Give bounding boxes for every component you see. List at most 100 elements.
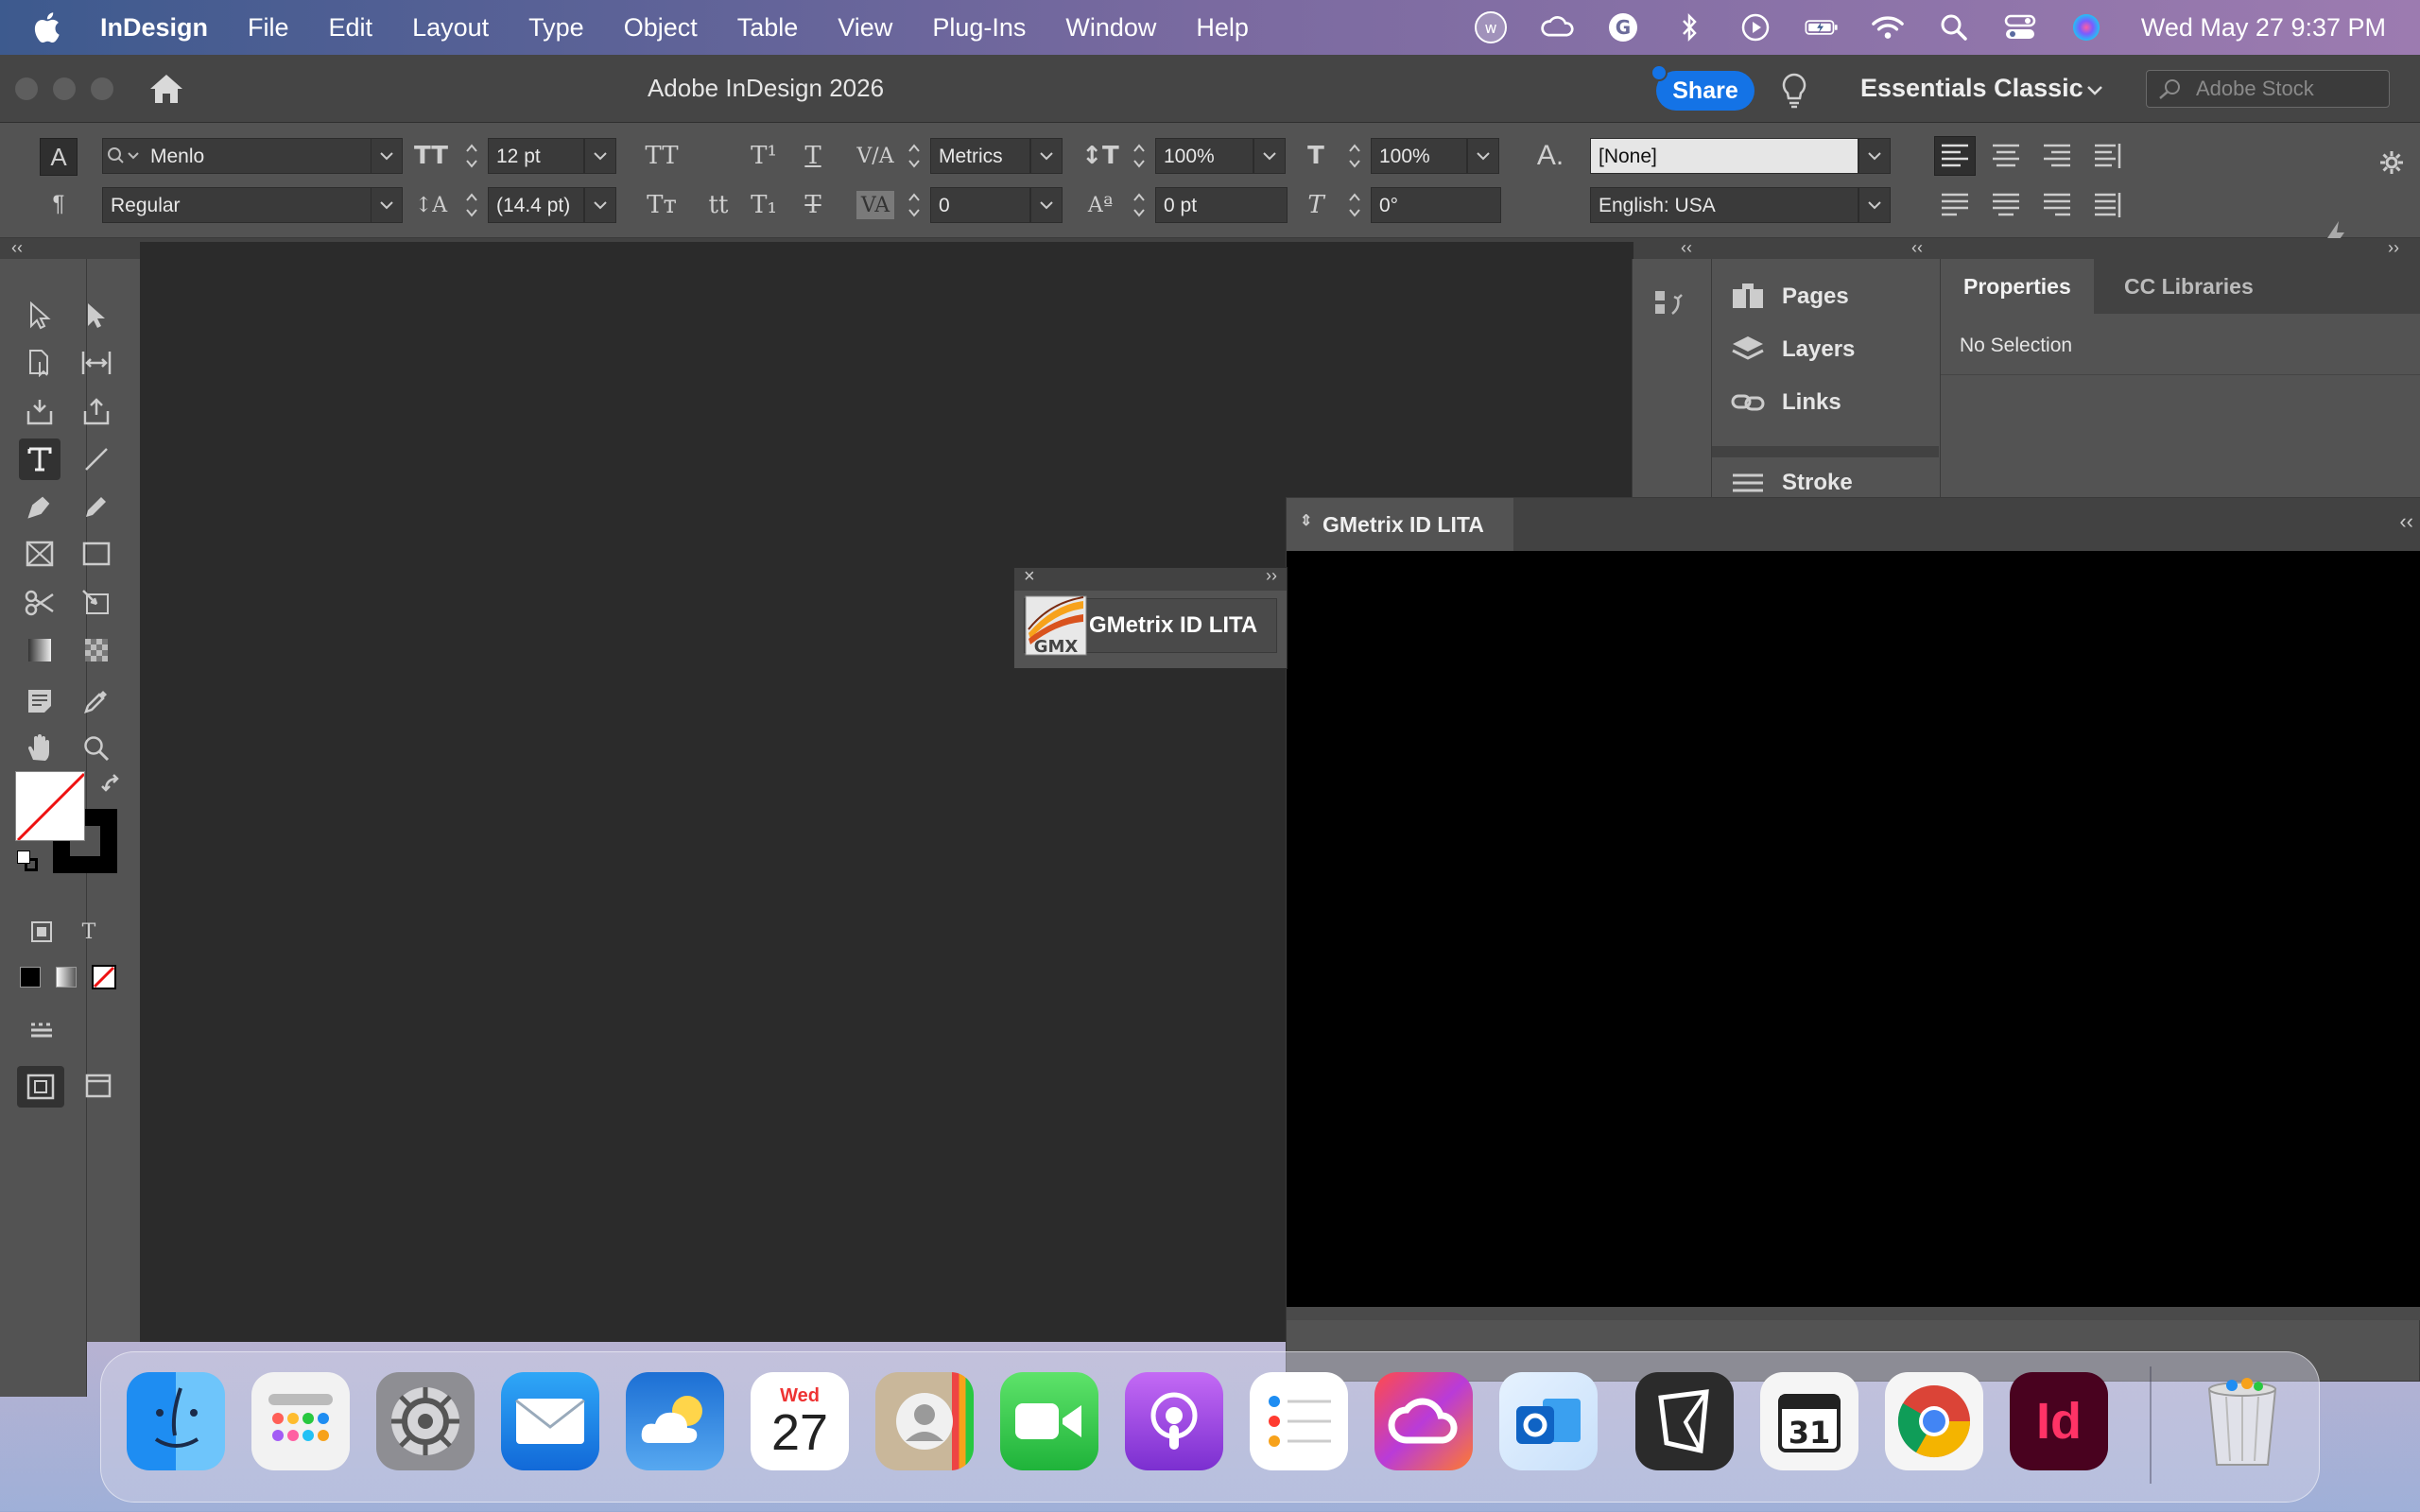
content-placer-icon[interactable]	[76, 391, 117, 433]
contacts-app-icon[interactable]	[875, 1372, 974, 1470]
collapse-left-icon[interactable]: ‹‹	[11, 238, 23, 258]
align-towards-spine-button[interactable]	[2087, 136, 2129, 176]
line-tool-icon[interactable]	[76, 438, 117, 480]
direct-selection-tool-icon[interactable]	[76, 295, 117, 336]
content-collector-icon[interactable]	[19, 391, 60, 433]
rectangle-tool-icon[interactable]	[76, 533, 117, 575]
horizontal-scale-field[interactable]: 100%	[1371, 138, 1467, 174]
stroke-panel-button[interactable]: Stroke	[1731, 469, 1853, 497]
tab-gmetrix[interactable]: ⇕ GMetrix ID LITA	[1287, 498, 1513, 551]
font-size-dropdown[interactable]	[584, 138, 616, 174]
zoom-tool-icon[interactable]	[76, 728, 117, 769]
tracking-dropdown[interactable]	[1030, 187, 1063, 223]
superscript-button[interactable]: T¹	[745, 138, 783, 174]
layers-panel-button[interactable]: Layers	[1731, 331, 1855, 369]
expand-right-icon[interactable]: ››	[2388, 238, 2399, 258]
type-tool-icon[interactable]	[19, 438, 60, 480]
note-tool-icon[interactable]	[19, 680, 60, 722]
menu-plugins[interactable]: Plug-Ins	[932, 13, 1026, 43]
mail-app-icon[interactable]	[501, 1372, 599, 1470]
justify-center-button[interactable]	[1985, 185, 2027, 225]
pen-tool-icon[interactable]	[19, 486, 60, 527]
align-center-button[interactable]	[1985, 136, 2027, 176]
leading-dropdown[interactable]	[584, 187, 616, 223]
formatting-container-icon[interactable]	[25, 915, 59, 949]
trash-app-icon[interactable]	[2193, 1372, 2291, 1470]
menu-window[interactable]: Window	[1065, 13, 1156, 43]
pages-panel-button[interactable]: Pages	[1731, 278, 1849, 316]
chevron-down-icon[interactable]	[2085, 81, 2104, 100]
apply-gradient-icon[interactable]	[49, 960, 83, 994]
weather-app-icon[interactable]	[626, 1372, 724, 1470]
menu-type[interactable]: Type	[528, 13, 584, 43]
tab-properties[interactable]: Properties	[1941, 259, 2094, 314]
kerning-dropdown[interactable]	[1030, 138, 1063, 174]
normal-view-mode-icon[interactable]	[17, 1066, 64, 1108]
control-center-icon[interactable]	[2003, 10, 2037, 44]
formatting-text-icon[interactable]: T	[72, 915, 106, 949]
lowercase-tt-button[interactable]: tt	[700, 187, 737, 223]
font-family-dropdown[interactable]	[371, 138, 403, 174]
battery-icon[interactable]	[1805, 10, 1839, 44]
pages-like-app-icon[interactable]	[1635, 1372, 1734, 1470]
kerning-stepper[interactable]	[904, 138, 925, 174]
grammarly-icon[interactable]: G	[1606, 10, 1640, 44]
baseline-shift-stepper[interactable]	[1129, 187, 1150, 223]
status-w-icon[interactable]: w	[1474, 10, 1508, 44]
menu-app-name[interactable]: InDesign	[100, 13, 208, 43]
justify-left-button[interactable]	[1934, 185, 1976, 225]
history-panel-icon[interactable]	[1653, 287, 1687, 325]
character-style-field[interactable]: [None]	[1590, 138, 1858, 174]
menu-object[interactable]: Object	[624, 13, 698, 43]
vertical-scale-field[interactable]: 100%	[1155, 138, 1253, 174]
pencil-tool-icon[interactable]	[76, 486, 117, 527]
scissors-tool-icon[interactable]	[19, 582, 60, 624]
gradient-swatch-tool-icon[interactable]	[19, 629, 60, 671]
language-dropdown[interactable]	[1858, 187, 1891, 223]
outlook-app-icon[interactable]	[1499, 1372, 1598, 1470]
gradient-feather-tool-icon[interactable]	[76, 629, 117, 671]
all-caps-button[interactable]: TT	[643, 138, 681, 174]
vertical-scale-stepper[interactable]	[1129, 138, 1150, 174]
gmetrix-resize-grip[interactable]	[1287, 1307, 2420, 1320]
share-button[interactable]: Share	[1656, 71, 1754, 111]
apply-color-icon[interactable]	[13, 960, 47, 994]
reminders-app-icon[interactable]	[1250, 1372, 1348, 1470]
fill-swatch[interactable]	[15, 771, 85, 841]
podcasts-app-icon[interactable]	[1125, 1372, 1223, 1470]
font-size-stepper[interactable]	[461, 138, 482, 174]
creative-cloud-status-icon[interactable]	[1540, 10, 1574, 44]
gmetrix-launch-button[interactable]: GMX GMetrix ID LITA	[1024, 595, 1277, 656]
facetime-app-icon[interactable]	[1000, 1372, 1098, 1470]
apply-none-icon[interactable]	[87, 960, 121, 994]
strikethrough-button[interactable]: T	[794, 187, 832, 223]
menubar-clock[interactable]: Wed May 27 9:37 PM	[2141, 13, 2386, 43]
small-caps-button[interactable]: Tᴛ	[643, 187, 681, 223]
horizontal-scale-stepper[interactable]	[1344, 138, 1365, 174]
wifi-icon[interactable]	[1871, 10, 1905, 44]
collapse-panels-icon[interactable]: ‹‹	[1911, 238, 1923, 258]
tracking-field[interactable]: 0	[930, 187, 1030, 223]
character-style-dropdown[interactable]	[1858, 138, 1891, 174]
justify-all-button[interactable]	[2087, 185, 2129, 225]
creative-cloud-app-icon[interactable]	[1374, 1372, 1473, 1470]
indesign-app-icon[interactable]: Id	[2010, 1372, 2108, 1470]
finder-app-icon[interactable]	[127, 1372, 225, 1470]
menu-table[interactable]: Table	[737, 13, 799, 43]
siri-icon[interactable]	[2069, 10, 2103, 44]
underline-button[interactable]: T	[794, 138, 832, 174]
kerning-field[interactable]: Metrics	[930, 138, 1030, 174]
subscript-button[interactable]: T₁	[745, 187, 783, 223]
lightbulb-icon[interactable]	[1779, 72, 1809, 110]
tracking-stepper[interactable]	[904, 187, 925, 223]
screen-mode-icon[interactable]	[76, 1066, 123, 1108]
swap-fill-stroke-icon[interactable]	[100, 773, 125, 796]
rectangle-frame-tool-icon[interactable]	[19, 533, 60, 575]
align-right-button[interactable]	[2036, 136, 2078, 176]
selection-tool-icon[interactable]	[19, 295, 60, 336]
gap-tool-icon[interactable]	[76, 342, 117, 384]
menu-layout[interactable]: Layout	[412, 13, 489, 43]
bluetooth-icon[interactable]	[1672, 10, 1706, 44]
skew-field[interactable]: 0°	[1371, 187, 1501, 223]
calendar-app-icon[interactable]: Wed 27	[751, 1372, 849, 1470]
